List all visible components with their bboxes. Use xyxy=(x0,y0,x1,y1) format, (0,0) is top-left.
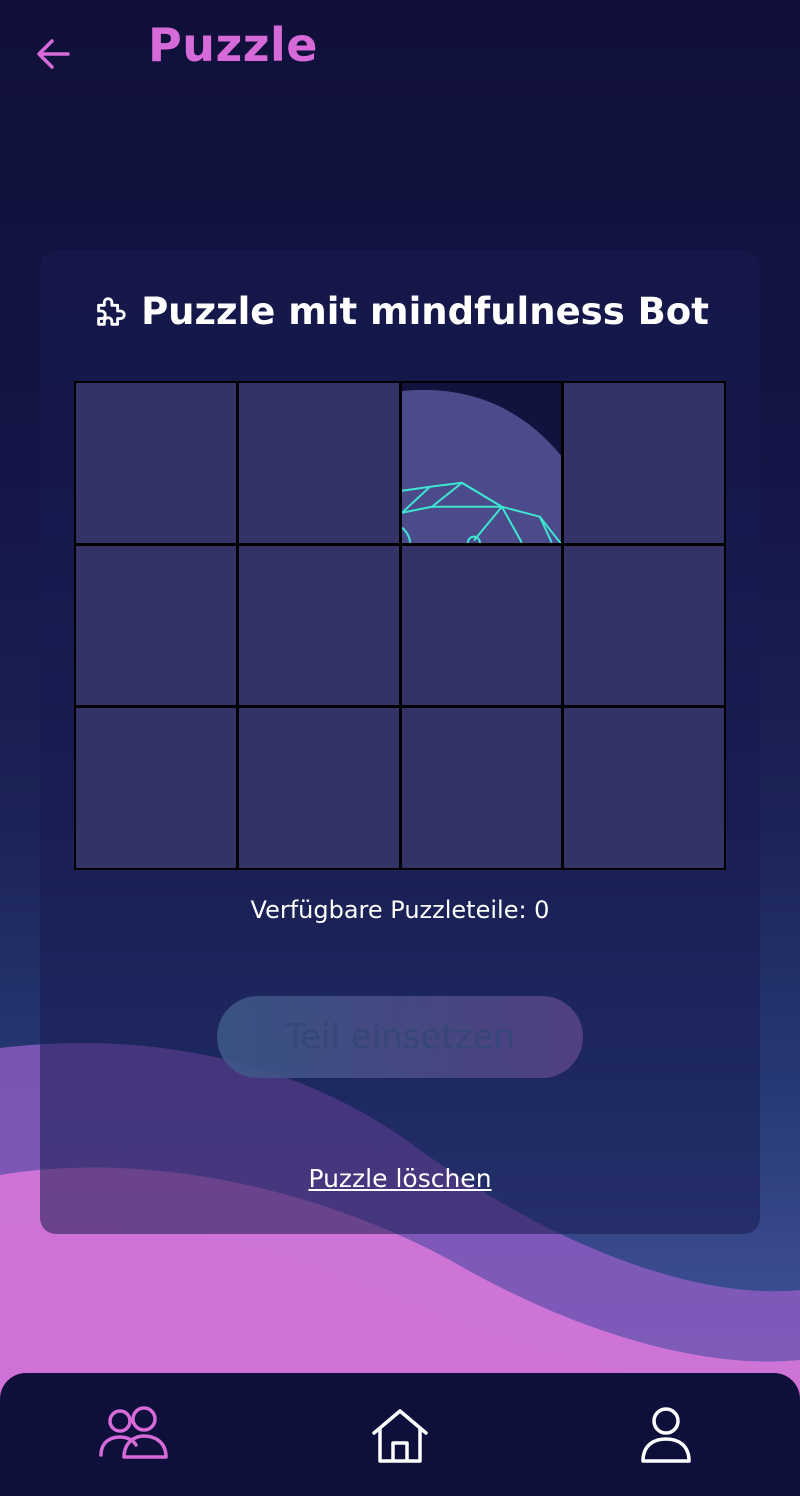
card-title: Puzzle mit mindfulness Bot xyxy=(141,290,709,333)
bottom-nav xyxy=(0,1373,800,1496)
users-icon xyxy=(99,1406,168,1459)
puzzle-tile[interactable] xyxy=(238,708,399,868)
puzzle-card: Puzzle mit mindfulness Bot Verfügbare Pu… xyxy=(40,250,760,1234)
delete-puzzle-link[interactable]: Puzzle löschen xyxy=(40,1164,760,1193)
page-title: Puzzle xyxy=(148,18,318,72)
puzzle-tile[interactable] xyxy=(564,708,724,868)
puzzle-tile-revealed[interactable] xyxy=(401,383,562,543)
puzzle-tile[interactable] xyxy=(238,383,399,543)
arrow-left-icon xyxy=(37,39,70,69)
puzzle-tile[interactable] xyxy=(76,383,236,543)
bot-image-fragment xyxy=(401,389,562,543)
puzzle-tile[interactable] xyxy=(76,545,236,706)
puzzle-tile[interactable] xyxy=(564,545,724,706)
place-piece-button[interactable]: Teil einsetzen xyxy=(217,996,583,1078)
card-title-row: Puzzle mit mindfulness Bot xyxy=(40,290,760,333)
back-button[interactable] xyxy=(28,28,80,80)
puzzle-grid xyxy=(74,381,726,870)
nav-home[interactable] xyxy=(364,1405,436,1467)
home-icon xyxy=(372,1409,428,1463)
nav-community[interactable] xyxy=(98,1405,170,1467)
puzzle-tile[interactable] xyxy=(76,708,236,868)
header: Puzzle xyxy=(0,0,800,110)
available-pieces-label: Verfügbare Puzzleteile: 0 xyxy=(250,896,550,924)
nav-profile[interactable] xyxy=(630,1405,702,1467)
puzzle-tile[interactable] xyxy=(564,383,724,543)
puzzle-piece-icon xyxy=(97,297,126,326)
puzzle-tile[interactable] xyxy=(238,545,399,706)
puzzle-tile[interactable] xyxy=(401,708,562,868)
puzzle-tile[interactable] xyxy=(401,545,562,706)
user-icon xyxy=(641,1407,691,1463)
